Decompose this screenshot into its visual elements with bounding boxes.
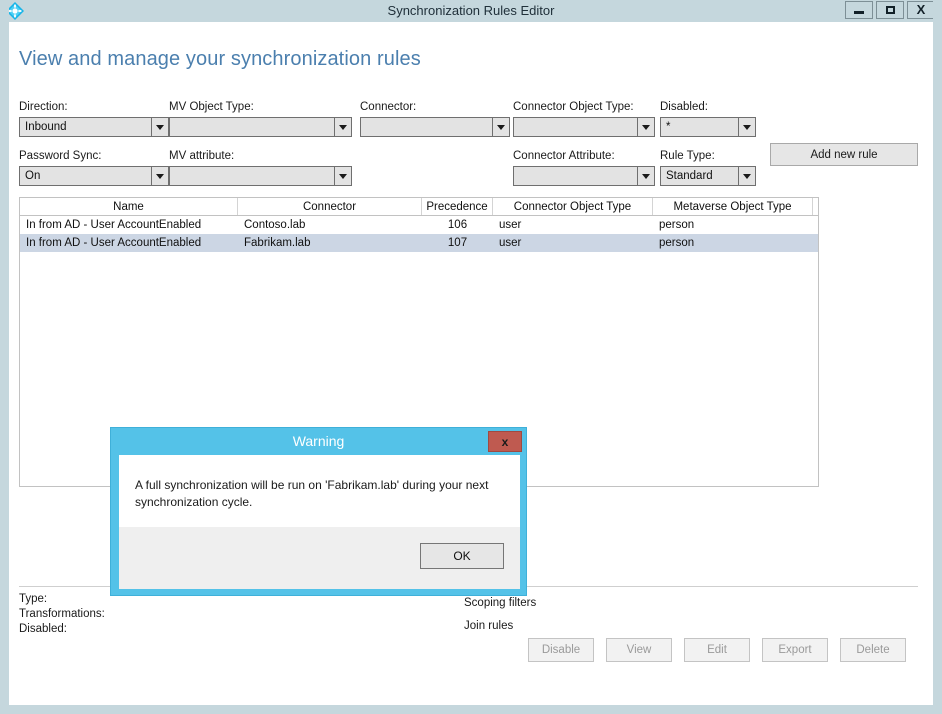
action-button-bar: Disable View Edit Export Delete [528, 638, 906, 662]
cell-connector: Contoso.lab [244, 219, 306, 231]
column-header-spacer [813, 198, 818, 215]
connector-attribute-dropdown[interactable] [513, 166, 655, 186]
close-button[interactable]: X [907, 1, 935, 19]
dialog-title: Warning [292, 433, 345, 449]
disabled-value: * [666, 121, 671, 133]
filter-connector-attribute-label: Connector Attribute: [513, 150, 615, 162]
filter-mv-attribute-label: MV attribute: [169, 150, 235, 162]
chevron-down-icon[interactable] [738, 167, 755, 185]
password-sync-dropdown[interactable]: On [19, 166, 169, 186]
maximize-icon [885, 6, 895, 14]
cell-connector: Fabrikam.lab [244, 237, 311, 249]
chevron-down-icon[interactable] [334, 167, 351, 185]
filter-password-sync: Password Sync: On [19, 150, 169, 186]
mv-attribute-dropdown[interactable] [169, 166, 352, 186]
connector-dropdown[interactable] [360, 117, 510, 137]
close-icon: x [501, 434, 509, 449]
maximize-button[interactable] [876, 1, 904, 19]
column-header-precedence[interactable]: Precedence [422, 198, 493, 215]
detail-type-label: Type: [19, 593, 48, 605]
filter-mv-attribute: MV attribute: [169, 150, 352, 186]
filter-rule-type: Rule Type: Standard [660, 150, 756, 186]
filter-mv-object-type-label: MV Object Type: [169, 101, 254, 113]
cell-connector-object-type: user [499, 219, 522, 231]
add-new-rule-button[interactable]: Add new rule [770, 143, 918, 166]
window-controls: X [842, 1, 935, 19]
detail-disabled-label: Disabled: [19, 623, 67, 635]
column-header-connector[interactable]: Connector [238, 198, 422, 215]
filter-connector-object-type: Connector Object Type: [513, 101, 655, 137]
cell-precedence: 106 [447, 219, 468, 231]
chevron-down-icon[interactable] [637, 167, 654, 185]
ok-button[interactable]: OK [420, 543, 504, 569]
filter-disabled: Disabled: * [660, 101, 756, 137]
minimize-icon [854, 10, 864, 14]
dialog-message: A full synchronization will be run on 'F… [135, 478, 489, 509]
disable-button[interactable]: Disable [528, 638, 594, 662]
filter-disabled-label: Disabled: [660, 101, 708, 113]
chevron-down-icon[interactable] [151, 167, 168, 185]
minimize-button[interactable] [845, 1, 873, 19]
table-row[interactable]: In from AD - User AccountEnabled Contoso… [20, 216, 818, 234]
join-rules-label: Join rules [464, 620, 514, 632]
mv-object-type-dropdown[interactable] [169, 117, 352, 137]
details-right-links: Scoping filters Join rules [464, 592, 536, 638]
dialog-close-button[interactable]: x [488, 431, 522, 452]
filter-direction: Direction: Inbound [19, 101, 169, 137]
delete-button[interactable]: Delete [840, 638, 906, 662]
rule-type-dropdown[interactable]: Standard [660, 166, 756, 186]
chevron-down-icon[interactable] [151, 118, 168, 136]
disabled-dropdown[interactable]: * [660, 117, 756, 137]
filter-direction-label: Direction: [19, 101, 68, 113]
direction-dropdown[interactable]: Inbound [19, 117, 169, 137]
view-button[interactable]: View [606, 638, 672, 662]
cell-metaverse-object-type: person [659, 237, 695, 249]
cell-precedence: 107 [447, 237, 468, 249]
password-sync-value: On [25, 170, 41, 182]
grid-header-row: Name Connector Precedence Connector Obje… [20, 198, 818, 216]
dialog-body: A full synchronization will be run on 'F… [119, 455, 520, 527]
filter-rule-type-label: Rule Type: [660, 150, 715, 162]
column-header-metaverse-object-type[interactable]: Metaverse Object Type [653, 198, 813, 215]
dialog-title-bar: Warning [111, 428, 526, 454]
edit-button[interactable]: Edit [684, 638, 750, 662]
filter-connector-object-type-label: Connector Object Type: [513, 101, 634, 113]
details-left-labels: Type: Transformations: Disabled: [19, 592, 105, 637]
connector-object-type-dropdown[interactable] [513, 117, 655, 137]
cell-metaverse-object-type: person [659, 219, 695, 231]
column-header-connector-object-type[interactable]: Connector Object Type [493, 198, 653, 215]
direction-value: Inbound [25, 121, 67, 133]
page-title: View and manage your synchronization rul… [19, 48, 421, 70]
warning-dialog: Warning x A full synchronization will be… [110, 427, 527, 596]
chevron-down-icon[interactable] [334, 118, 351, 136]
title-bar: Synchronization Rules Editor X [0, 0, 942, 22]
chevron-down-icon[interactable] [738, 118, 755, 136]
dialog-footer: OK [119, 527, 520, 589]
chevron-down-icon[interactable] [637, 118, 654, 136]
filter-password-sync-label: Password Sync: [19, 150, 102, 162]
close-icon: X [916, 2, 926, 17]
filter-mv-object-type: MV Object Type: [169, 101, 352, 137]
filter-connector-label: Connector: [360, 101, 417, 113]
cell-name: In from AD - User AccountEnabled [26, 219, 202, 231]
filter-connector: Connector: [360, 101, 510, 137]
filter-connector-attribute: Connector Attribute: [513, 150, 655, 186]
cell-connector-object-type: user [499, 237, 522, 249]
chevron-down-icon[interactable] [492, 118, 509, 136]
column-header-name[interactable]: Name [20, 198, 238, 215]
window-title: Synchronization Rules Editor [387, 3, 555, 18]
rule-type-value: Standard [666, 170, 713, 182]
export-button[interactable]: Export [762, 638, 828, 662]
main-content: View and manage your synchronization rul… [9, 22, 933, 705]
detail-transformations-label: Transformations: [19, 608, 105, 620]
table-row[interactable]: In from AD - User AccountEnabled Fabrika… [20, 234, 818, 252]
cell-name: In from AD - User AccountEnabled [26, 237, 202, 249]
application-window: Synchronization Rules Editor X View and … [0, 0, 942, 714]
